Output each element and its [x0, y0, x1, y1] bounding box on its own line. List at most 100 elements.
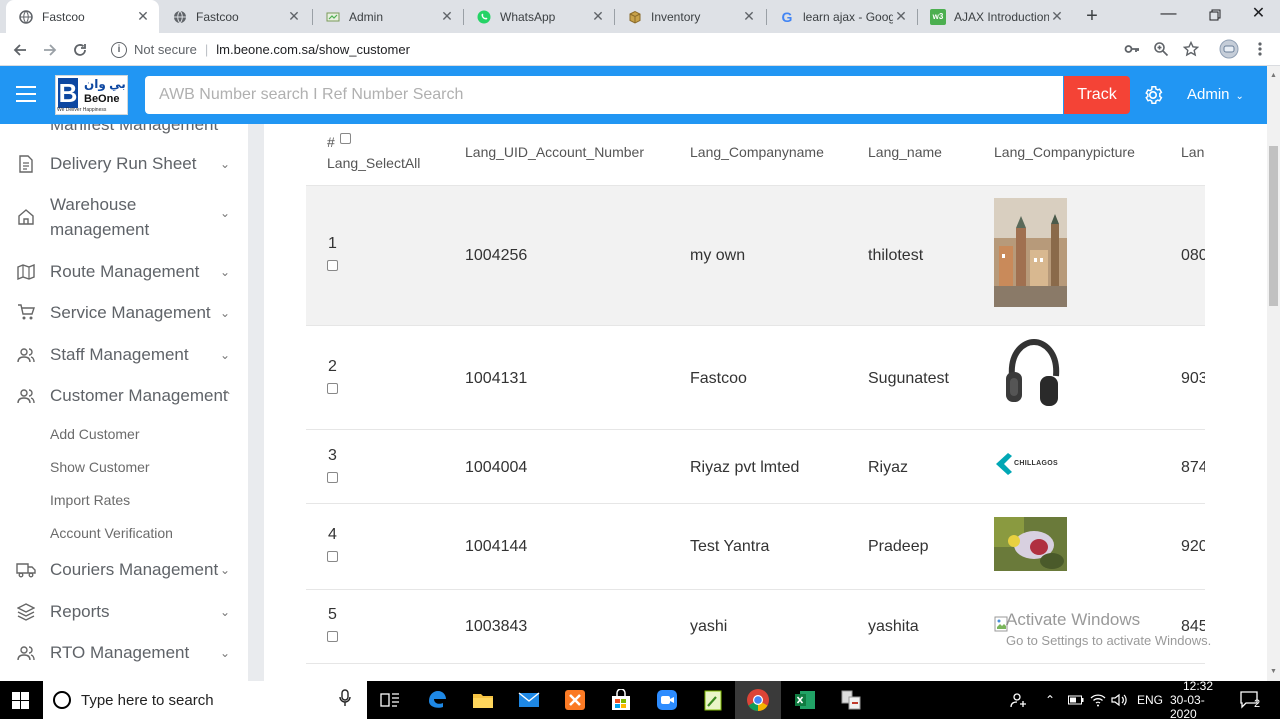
battery-icon[interactable] [1068, 681, 1084, 719]
awb-search-input[interactable] [145, 76, 1063, 114]
close-icon[interactable]: ✕ [1049, 8, 1065, 25]
close-icon[interactable]: ✕ [590, 8, 606, 25]
gear-icon[interactable] [1142, 84, 1164, 106]
notification-count: 2 [1254, 698, 1261, 710]
notepad-plus-icon[interactable] [701, 688, 725, 712]
address-bar[interactable]: i Not secure | lm.beone.com.sa/show_cust… [103, 36, 1113, 63]
header-company-picture[interactable]: Lang_Companypicture [994, 144, 1135, 160]
close-icon[interactable]: ✕ [741, 8, 757, 25]
forward-button[interactable] [38, 38, 62, 62]
sidebar-item-label: Reports [50, 602, 110, 621]
task-view-icon[interactable] [378, 688, 402, 712]
key-icon[interactable] [1122, 39, 1142, 59]
users-icon [16, 643, 36, 663]
new-tab-button[interactable]: + [1082, 5, 1102, 27]
beone-logo[interactable]: B بي وان BeOne We Deliver Happiness [55, 75, 128, 115]
browser-tab-whatsapp[interactable]: WhatsApp ✕ [464, 0, 614, 33]
row-index: 2 [328, 358, 337, 375]
ftp-client-icon[interactable] [839, 688, 863, 712]
row-checkbox[interactable] [327, 551, 338, 562]
browser-toolbar: i Not secure | lm.beone.com.sa/show_cust… [0, 33, 1280, 66]
language-indicator[interactable]: ENG [1137, 681, 1163, 719]
sidebar-subitem-show-customer[interactable]: Show Customer [50, 459, 150, 475]
sidebar-subitem-add-customer[interactable]: Add Customer [50, 426, 139, 442]
windows-start-icon[interactable] [12, 692, 29, 709]
sidebar-item-couriers[interactable]: Couriers Management ⌄ [0, 557, 248, 582]
chevron-up-icon[interactable]: ⌃ [1045, 681, 1055, 719]
table-row[interactable]: 3 1004004 Riyaz pvt lmted Riyaz CHILLAGO… [306, 430, 1205, 504]
sidebar-item-service[interactable]: Service Management ⌄ [0, 300, 248, 325]
sidebar-subitem-import-rates[interactable]: Import Rates [50, 492, 130, 508]
browser-tab-fastcoo[interactable]: Fastcoo ✕ [160, 0, 310, 33]
browser-tab-fastcoo-active[interactable]: Fastcoo ✕ [6, 0, 159, 33]
more-menu-icon[interactable] [1250, 39, 1270, 59]
row-checkbox[interactable] [327, 383, 338, 394]
minimize-button[interactable]: — [1146, 0, 1191, 30]
close-window-button[interactable]: ✕ [1236, 0, 1280, 30]
excel-icon[interactable] [793, 688, 817, 712]
table-row[interactable]: 1 1004256 my own thilotest 080 [306, 186, 1205, 326]
scroll-up-arrow-icon[interactable]: ▲ [1270, 72, 1277, 79]
clock[interactable]: 12:32 30-03-2020 [1170, 679, 1226, 719]
xampp-icon[interactable] [563, 688, 587, 712]
maximize-button[interactable] [1192, 0, 1237, 30]
reload-button[interactable] [68, 38, 92, 62]
page-scrollbar[interactable]: ▲ ▼ [1267, 66, 1280, 681]
sidebar-item-warehouse[interactable]: Warehouse management ⌄ [0, 192, 248, 242]
close-icon[interactable]: ✕ [286, 8, 302, 25]
row-index: 4 [328, 526, 337, 543]
table-row[interactable]: 2 1004131 Fastcoo Sugunatest 903 [306, 326, 1205, 430]
microphone-icon[interactable] [339, 688, 359, 712]
zoom-icon[interactable] [1151, 39, 1171, 59]
star-icon[interactable] [1181, 39, 1201, 59]
sidebar-item-reports[interactable]: Reports ⌄ [0, 599, 248, 624]
sidebar-item-delivery-run-sheet[interactable]: Delivery Run Sheet ⌄ [0, 151, 248, 176]
url-text[interactable]: lm.beone.com.sa/show_customer [216, 42, 410, 57]
file-explorer-icon[interactable] [471, 688, 495, 712]
header-company-name[interactable]: Lang_Companyname [690, 144, 824, 160]
info-icon[interactable]: i [111, 41, 127, 58]
admin-user-menu[interactable]: Admin ⌄ [1187, 86, 1244, 103]
track-button[interactable]: Track [1064, 76, 1130, 114]
row-checkbox[interactable] [327, 631, 338, 642]
close-icon[interactable]: ✕ [135, 8, 151, 25]
close-icon[interactable]: ✕ [439, 8, 455, 25]
browser-tab-inventory[interactable]: Inventory ✕ [615, 0, 765, 33]
store-icon[interactable] [609, 688, 633, 712]
browser-tab-ajax[interactable]: w3 AJAX Introduction ✕ [918, 0, 1073, 33]
people-icon[interactable] [1010, 681, 1028, 719]
sidebar-item-label: Manifest Management [50, 124, 219, 134]
sidebar-subitem-account-verification[interactable]: Account Verification [50, 525, 173, 541]
sidebar-item-staff[interactable]: Staff Management ⌄ [0, 342, 248, 367]
select-all-checkbox[interactable] [340, 133, 351, 144]
taskbar-search-box[interactable]: Type here to search [43, 681, 367, 719]
profile-avatar-icon[interactable] [1219, 39, 1239, 59]
table-row[interactable]: 4 1004144 Test Yantra Pradeep 920 [306, 504, 1205, 590]
header-next-column[interactable]: Lan [1181, 144, 1204, 160]
sidebar-item-manifest[interactable]: Manifest Management [0, 124, 248, 136]
scroll-down-arrow-icon[interactable]: ▼ [1270, 668, 1277, 675]
zoom-app-icon[interactable] [655, 688, 679, 712]
sidebar-item-customer[interactable]: Customer Management ⌃ [0, 383, 248, 408]
whatsapp-icon [476, 9, 492, 25]
wifi-icon[interactable] [1090, 681, 1106, 719]
back-button[interactable] [8, 38, 32, 62]
sidebar-item-route[interactable]: Route Management ⌄ [0, 259, 248, 284]
next-column-value: 920 [1181, 538, 1205, 555]
mail-icon[interactable] [517, 688, 541, 712]
chrome-taskbar-icon[interactable] [735, 681, 781, 719]
header-account-number[interactable]: Lang_UID_Account_Number [465, 144, 644, 160]
header-name[interactable]: Lang_name [868, 144, 942, 160]
row-checkbox[interactable] [327, 472, 338, 483]
cart-icon [16, 303, 36, 323]
hamburger-menu-icon[interactable] [16, 86, 36, 102]
browser-tab-google[interactable]: G learn ajax - Google ✕ [767, 0, 917, 33]
row-checkbox[interactable] [327, 260, 338, 271]
notification-center-icon[interactable]: 2 [1240, 681, 1260, 719]
browser-tab-admin[interactable]: Admin ✕ [313, 0, 463, 33]
edge-icon[interactable] [425, 688, 449, 712]
sidebar-item-rto[interactable]: RTO Management ⌄ [0, 640, 248, 665]
close-icon[interactable]: ✕ [893, 8, 909, 25]
volume-icon[interactable] [1111, 681, 1127, 719]
scroll-thumb[interactable] [1269, 146, 1278, 306]
